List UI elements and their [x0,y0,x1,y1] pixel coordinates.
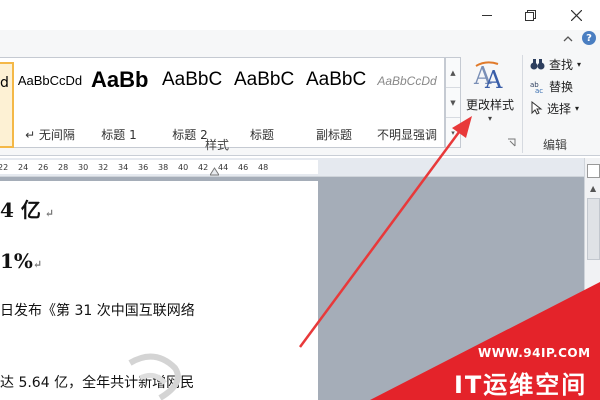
watermark-text: IT运维空间 [454,371,588,399]
watermark-banner-icon [370,282,600,400]
watermark-url: WWW.94IP.COM [478,346,591,360]
